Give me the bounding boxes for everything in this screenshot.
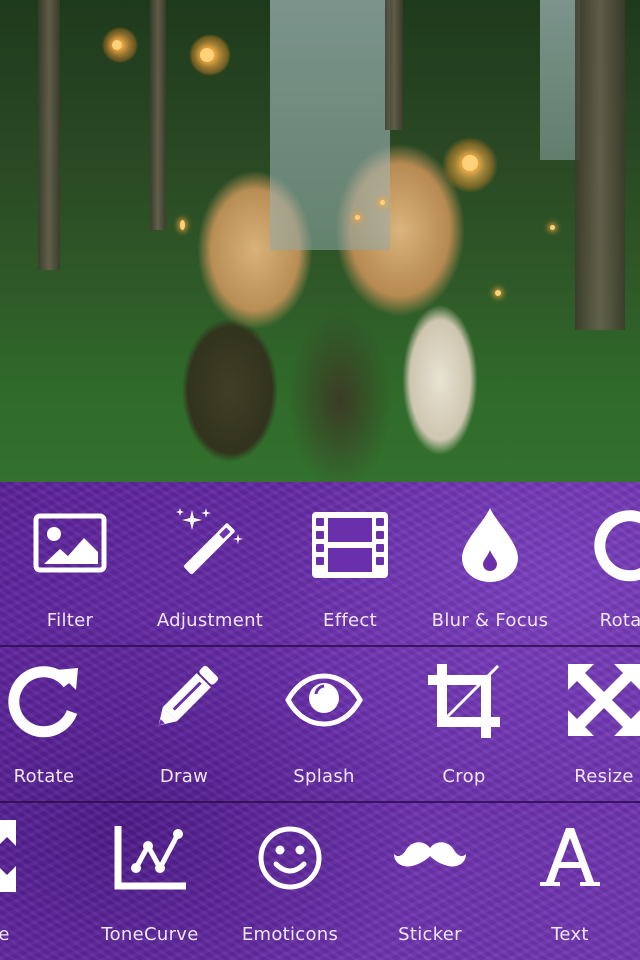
sparkler-light — [380, 200, 385, 205]
sparkler-light — [200, 48, 214, 62]
tool-row-1[interactable]: Filter Adjustment Effect Blur & Focus Ro… — [0, 482, 640, 646]
image-icon — [30, 504, 110, 584]
tool-crop[interactable]: Crop — [394, 646, 534, 796]
sparkler-light — [112, 40, 122, 50]
photo-preview — [0, 0, 640, 482]
tool-draw[interactable]: Draw — [114, 646, 254, 796]
smiley-icon — [250, 816, 330, 896]
tool-emoticons[interactable]: Emoticons — [220, 802, 360, 952]
tool-label: Rotate — [13, 766, 75, 787]
mustache-icon — [390, 816, 470, 896]
tool-rotate[interactable]: Rotate — [560, 482, 640, 632]
tool-label: Text — [551, 924, 589, 945]
tool-label: Resize — [0, 924, 10, 945]
tool-resize[interactable]: Resize — [534, 646, 640, 796]
tool-adjustment[interactable]: Adjustment — [140, 482, 280, 632]
tool-label: ToneCurve — [101, 924, 199, 945]
tool-splash[interactable]: Splash — [254, 646, 394, 796]
tool-effect[interactable]: Effect — [280, 482, 420, 632]
tool-resize[interactable]: Resize — [0, 802, 50, 952]
tool-tonecurve[interactable]: ToneCurve — [80, 802, 220, 952]
eye-icon — [284, 660, 364, 740]
photo-sky — [270, 0, 390, 250]
tool-label: Sticker — [398, 924, 462, 945]
resize-icon — [0, 816, 20, 896]
tool-label: Blur & Focus — [431, 610, 549, 631]
tool-label: Filter — [46, 610, 94, 631]
photo-tree-trunk — [385, 0, 403, 130]
tool-blur-focus[interactable]: Blur & Focus — [420, 482, 560, 632]
sparkler-light — [462, 155, 478, 171]
tone-curve-icon — [110, 816, 190, 896]
tool-rotate[interactable]: Rotate — [0, 646, 114, 796]
tool-label: Emoticons — [241, 924, 339, 945]
sparkler-light — [550, 225, 555, 230]
sparkler-light — [355, 215, 360, 220]
tool-label: Rotate — [599, 610, 640, 631]
tool-filter[interactable]: Filter — [0, 482, 140, 632]
drop-icon — [450, 504, 530, 584]
tool-text[interactable]: Text — [500, 802, 640, 952]
magic-wand-icon — [170, 504, 250, 584]
photo-tree-trunk — [575, 0, 625, 330]
tool-label: Adjustment — [156, 610, 264, 631]
tool-label: Resize — [574, 766, 634, 787]
pencil-icon — [144, 660, 224, 740]
text-icon — [530, 816, 610, 896]
sparkler-light — [495, 290, 501, 296]
tool-label: Crop — [442, 766, 486, 787]
rotate-icon — [590, 504, 640, 584]
photo-tree-trunk — [150, 0, 166, 230]
tool-row-3[interactable]: Resize ToneCurve Emoticons Sticker Text — [0, 802, 640, 958]
sparkler-light — [180, 220, 185, 230]
tool-sticker[interactable]: Sticker — [360, 802, 500, 952]
rotate-icon — [4, 660, 84, 740]
tool-panel[interactable]: Filter Adjustment Effect Blur & Focus Ro… — [0, 482, 640, 960]
tool-label: Draw — [159, 766, 209, 787]
photo-tree-trunk — [38, 0, 60, 270]
photo-sky — [540, 0, 580, 160]
film-icon — [310, 504, 390, 584]
tool-label: Splash — [293, 766, 355, 787]
tool-label: Effect — [323, 610, 377, 631]
resize-icon — [564, 660, 640, 740]
crop-icon — [424, 660, 504, 740]
tool-row-2[interactable]: Rotate Draw Splash Crop Resize — [0, 646, 640, 802]
